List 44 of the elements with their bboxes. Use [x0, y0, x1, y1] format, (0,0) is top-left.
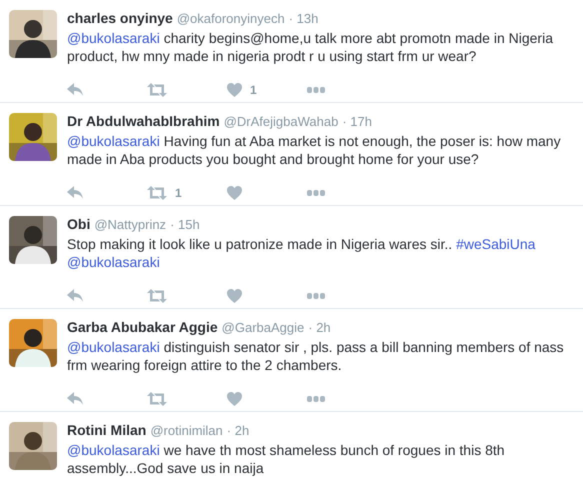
retweet-icon[interactable]: [147, 289, 167, 303]
retweet-icon[interactable]: [147, 186, 167, 200]
tweet-time[interactable]: · 15h: [170, 216, 200, 234]
user-name[interactable]: Dr AbdulwahabIbrahim: [67, 112, 220, 130]
user-name[interactable]: charles onyinye: [67, 9, 173, 27]
heart-icon[interactable]: [227, 186, 242, 200]
mention-link[interactable]: @bukolasaraki: [67, 133, 160, 149]
more-icon[interactable]: [307, 87, 325, 93]
user-handle[interactable]: @rotinimilan: [150, 422, 223, 440]
user-handle[interactable]: @DrAfejigbaWahab: [224, 113, 338, 131]
like-count: 1: [250, 83, 257, 97]
user-name[interactable]: Obi: [67, 215, 90, 233]
heart-icon[interactable]: [227, 289, 242, 303]
tweet-text: @bukolasaraki charity begins@home,u talk more abt promotn made in Nigeria product, hw mny made in nigeria prodt r u using start frm ur wear?: [67, 29, 554, 65]
tweet-text: @bukolasaraki Having fun at Aba market is not enough, the poser is: how many made in Aba products you bought and brought home for your use?: [67, 132, 562, 168]
mention-link[interactable]: @bukolasaraki: [67, 254, 160, 270]
reply-icon[interactable]: [67, 289, 84, 303]
more-icon[interactable]: [307, 190, 325, 196]
tweet-time[interactable]: · 2h: [226, 422, 250, 440]
user-handle[interactable]: @Nattyprinz: [94, 216, 166, 234]
mention-link[interactable]: @bukolasaraki: [67, 339, 160, 355]
mention-link[interactable]: @bukolasaraki: [67, 30, 160, 46]
tweet-text: Stop making it look like u patronize made in Nigeria wares sir.. #weSabiUna @bukolasaraki: [67, 235, 536, 271]
hashtag-link[interactable]: #weSabiUna: [456, 236, 536, 252]
tweet-time[interactable]: · 2h: [308, 319, 331, 337]
more-icon[interactable]: [307, 293, 325, 299]
tweet-time[interactable]: · 13h: [288, 10, 318, 28]
tweet-time[interactable]: · 17h: [342, 113, 372, 131]
user-name[interactable]: Garba Abubakar Aggie: [67, 318, 218, 336]
user-name[interactable]: Rotini Milan: [67, 421, 146, 439]
user-handle[interactable]: @GarbaAggie: [222, 319, 304, 337]
retweet-icon[interactable]: [147, 83, 167, 97]
retweet-count: 1: [175, 186, 182, 200]
tweet-text: @bukolasaraki distinguish senator sir , pls. pass a bill banning members of nass frm wearing foreign attire to the 2 chambers.: [67, 338, 565, 374]
reply-icon[interactable]: [67, 392, 84, 406]
mention-link[interactable]: @bukolasaraki: [67, 442, 160, 458]
reply-icon[interactable]: [67, 186, 84, 200]
heart-icon[interactable]: [227, 392, 242, 406]
user-handle[interactable]: @okaforonyinyech: [176, 10, 285, 28]
reply-icon[interactable]: [67, 83, 84, 97]
more-icon[interactable]: [307, 396, 325, 402]
retweet-icon[interactable]: [147, 392, 167, 406]
heart-icon[interactable]: [227, 83, 242, 97]
tweet-text: @bukolasaraki we have th most shameless bunch of rogues in this 8th assembly...God save us in naija: [67, 441, 506, 477]
